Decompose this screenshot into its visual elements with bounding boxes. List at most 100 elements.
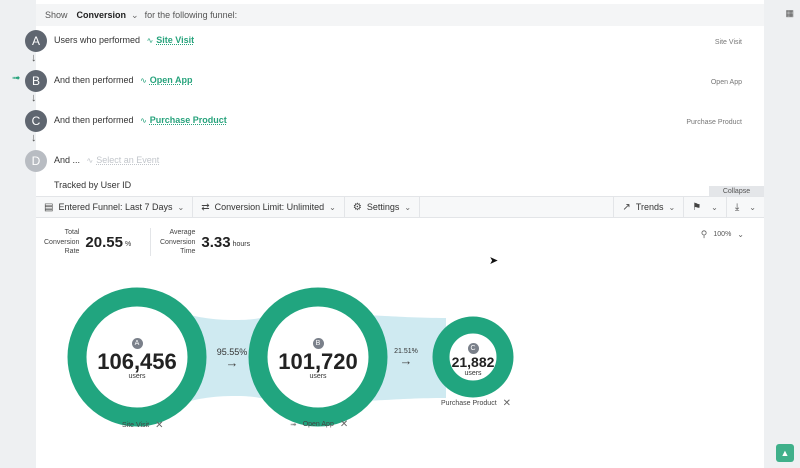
node-badge: C xyxy=(467,343,479,354)
event-icon: ∿ xyxy=(140,116,147,125)
total-conversion-unit: % xyxy=(124,240,132,248)
funnel-panel: Show Conversion ⌄ for the following funn… xyxy=(12,0,764,468)
magnifier-icon: ⚲ xyxy=(700,229,708,239)
header-suffix: for the following funnel: xyxy=(144,10,238,20)
funnel-toolbar: ▤ Entered Funnel: Last 7 Days ⌄ ⇄ Conver… xyxy=(36,196,764,218)
zoom-control[interactable]: ⚲ 100% ⌄ xyxy=(701,229,744,240)
funnel-node-a[interactable]: A 106,456 users xyxy=(89,332,185,380)
settings-dropdown[interactable]: ⚙ Settings ⌄ xyxy=(345,197,421,217)
step-event-link[interactable]: Site Visit xyxy=(156,35,194,45)
gear-icon: ⚙ xyxy=(352,201,362,213)
show-label: Show xyxy=(45,10,68,20)
node-badge: B xyxy=(312,338,324,349)
arrow-down-icon: ↓ xyxy=(31,132,37,144)
chevron-down-icon: ⌄ xyxy=(404,202,412,212)
step-prefix: And then performed xyxy=(54,115,134,125)
entered-funnel-dropdown[interactable]: ▤ Entered Funnel: Last 7 Days ⌄ xyxy=(36,197,194,217)
node-sub: users xyxy=(464,369,482,377)
node-value: 101,720 xyxy=(278,349,358,374)
trend-line-icon: ↗ xyxy=(622,201,631,213)
conversion-limit-dropdown[interactable]: ⇄ Conversion Limit: Unlimited ⌄ xyxy=(193,197,345,217)
node-caption-c: Purchase Product ✕ xyxy=(441,398,511,409)
total-conversion-stat: Total Conversion Rate 20.55 % xyxy=(44,228,131,257)
arrow-down-icon: ↓ xyxy=(31,92,37,104)
flag-icon: ⚑ xyxy=(692,201,702,213)
stat-label: Conversion xyxy=(44,238,80,246)
step-prefix: And ... xyxy=(54,155,81,165)
avg-conversion-time-value: 3.33 xyxy=(201,233,231,251)
conversion-a-b: 95.55% → xyxy=(212,347,252,369)
download-icon: ⤓ xyxy=(734,201,740,213)
close-icon[interactable]: ✕ xyxy=(503,398,511,409)
flag-dropdown[interactable]: ⚑ ⌄ xyxy=(683,197,726,217)
help-chat-button[interactable]: ▲ xyxy=(776,444,794,462)
step-prefix: And then performed xyxy=(54,75,134,85)
node-caption-a: Site Visit ✕ xyxy=(122,420,164,431)
chevron-down-icon: ⌄ xyxy=(737,230,744,239)
trends-dropdown[interactable]: ↗ Trends ⌄ xyxy=(613,197,683,217)
divider xyxy=(150,228,151,256)
funnel-step-d[interactable]: D And ... ∿ Select an Event xyxy=(25,150,764,180)
stat-label: Total xyxy=(64,229,80,236)
close-icon[interactable]: ✕ xyxy=(340,419,348,430)
arrow-right-icon: → xyxy=(225,355,239,370)
tracked-by-label: Tracked by User ID xyxy=(54,180,132,190)
event-icon: ∿ xyxy=(140,76,147,85)
funnel-node-c[interactable]: C 21,882 users xyxy=(443,337,503,377)
trends-label: Trends xyxy=(635,202,664,212)
chevron-down-icon: ⌄ xyxy=(177,202,185,212)
node-sub: users xyxy=(309,373,327,381)
step-badge: D xyxy=(25,150,47,172)
chevron-down-icon[interactable]: ⌄ xyxy=(131,10,139,21)
funnel-step-a[interactable]: A ↓ Users who performed ∿ Site Visit Site… xyxy=(25,30,764,64)
event-icon: ∿ xyxy=(146,36,154,45)
step-badge: C xyxy=(25,110,47,132)
caption-label: Purchase Product xyxy=(441,400,497,407)
step-badge: A xyxy=(25,30,47,52)
node-value: 21,882 xyxy=(451,354,495,370)
funnel-node-b[interactable]: B 101,720 users xyxy=(270,332,366,380)
event-icon: ∿ xyxy=(86,156,94,165)
step-prefix: Users who performed xyxy=(54,35,141,45)
stat-label: Average xyxy=(169,229,196,236)
caption-label: Open App xyxy=(302,421,334,428)
avg-conversion-time-unit: hours xyxy=(232,240,251,248)
step-event-link[interactable]: Open App xyxy=(150,75,193,85)
step-badge: B xyxy=(25,70,47,92)
chevron-down-icon: ⌄ xyxy=(711,202,718,212)
zoom-label: 100% xyxy=(713,231,732,238)
arrow-down-icon: ↓ xyxy=(31,52,37,64)
step-right-label: Purchase Product xyxy=(686,119,742,126)
pin-icon[interactable]: ➟ xyxy=(12,73,20,84)
avg-conversion-time-stat: Average Conversion Time 3.33 hours xyxy=(160,228,250,257)
swap-icon: ⇄ xyxy=(201,201,210,213)
node-sub: users xyxy=(128,373,146,381)
chevron-down-icon: ⌄ xyxy=(329,202,336,212)
panel-toggle-icon[interactable]: ▦ xyxy=(785,8,794,19)
calendar-icon: ▤ xyxy=(44,201,54,213)
step-right-label: Open App xyxy=(710,79,742,86)
step-right-label: Site Visit xyxy=(714,39,742,46)
pin-icon[interactable]: ➟ xyxy=(290,420,297,429)
conversion-b-c: 21.51% → xyxy=(386,348,426,367)
export-dropdown[interactable]: ⤓ ⌄ xyxy=(725,197,764,217)
collapse-button[interactable]: Collapse xyxy=(709,186,764,196)
step-event-link[interactable]: Purchase Product xyxy=(150,115,227,125)
stat-label: Conversion xyxy=(160,238,196,246)
funnel-step-b[interactable]: ➟ B ↓ And then performed ∿ Open App Open … xyxy=(12,70,764,104)
metric-dropdown[interactable]: Conversion xyxy=(77,10,127,20)
total-conversion-value: 20.55 xyxy=(85,233,123,251)
funnel-step-c[interactable]: C ↓ And then performed ∿ Purchase Product… xyxy=(25,110,764,144)
chevron-down-icon: ⌄ xyxy=(668,202,676,212)
chevron-down-icon: ⌄ xyxy=(749,202,756,212)
funnel-header: Show Conversion ⌄ for the following funn… xyxy=(36,4,764,26)
node-caption-b: ➟ Open App ✕ xyxy=(290,419,348,430)
settings-label: Settings xyxy=(366,202,400,212)
arrow-right-icon: → xyxy=(399,353,413,368)
select-event-link[interactable]: Select an Event xyxy=(96,155,159,165)
entered-funnel-label: Entered Funnel: Last 7 Days xyxy=(58,202,173,212)
stat-label: Rate xyxy=(64,248,80,255)
node-badge: A xyxy=(131,338,143,349)
node-value: 106,456 xyxy=(97,349,177,374)
close-icon[interactable]: ✕ xyxy=(155,420,163,431)
